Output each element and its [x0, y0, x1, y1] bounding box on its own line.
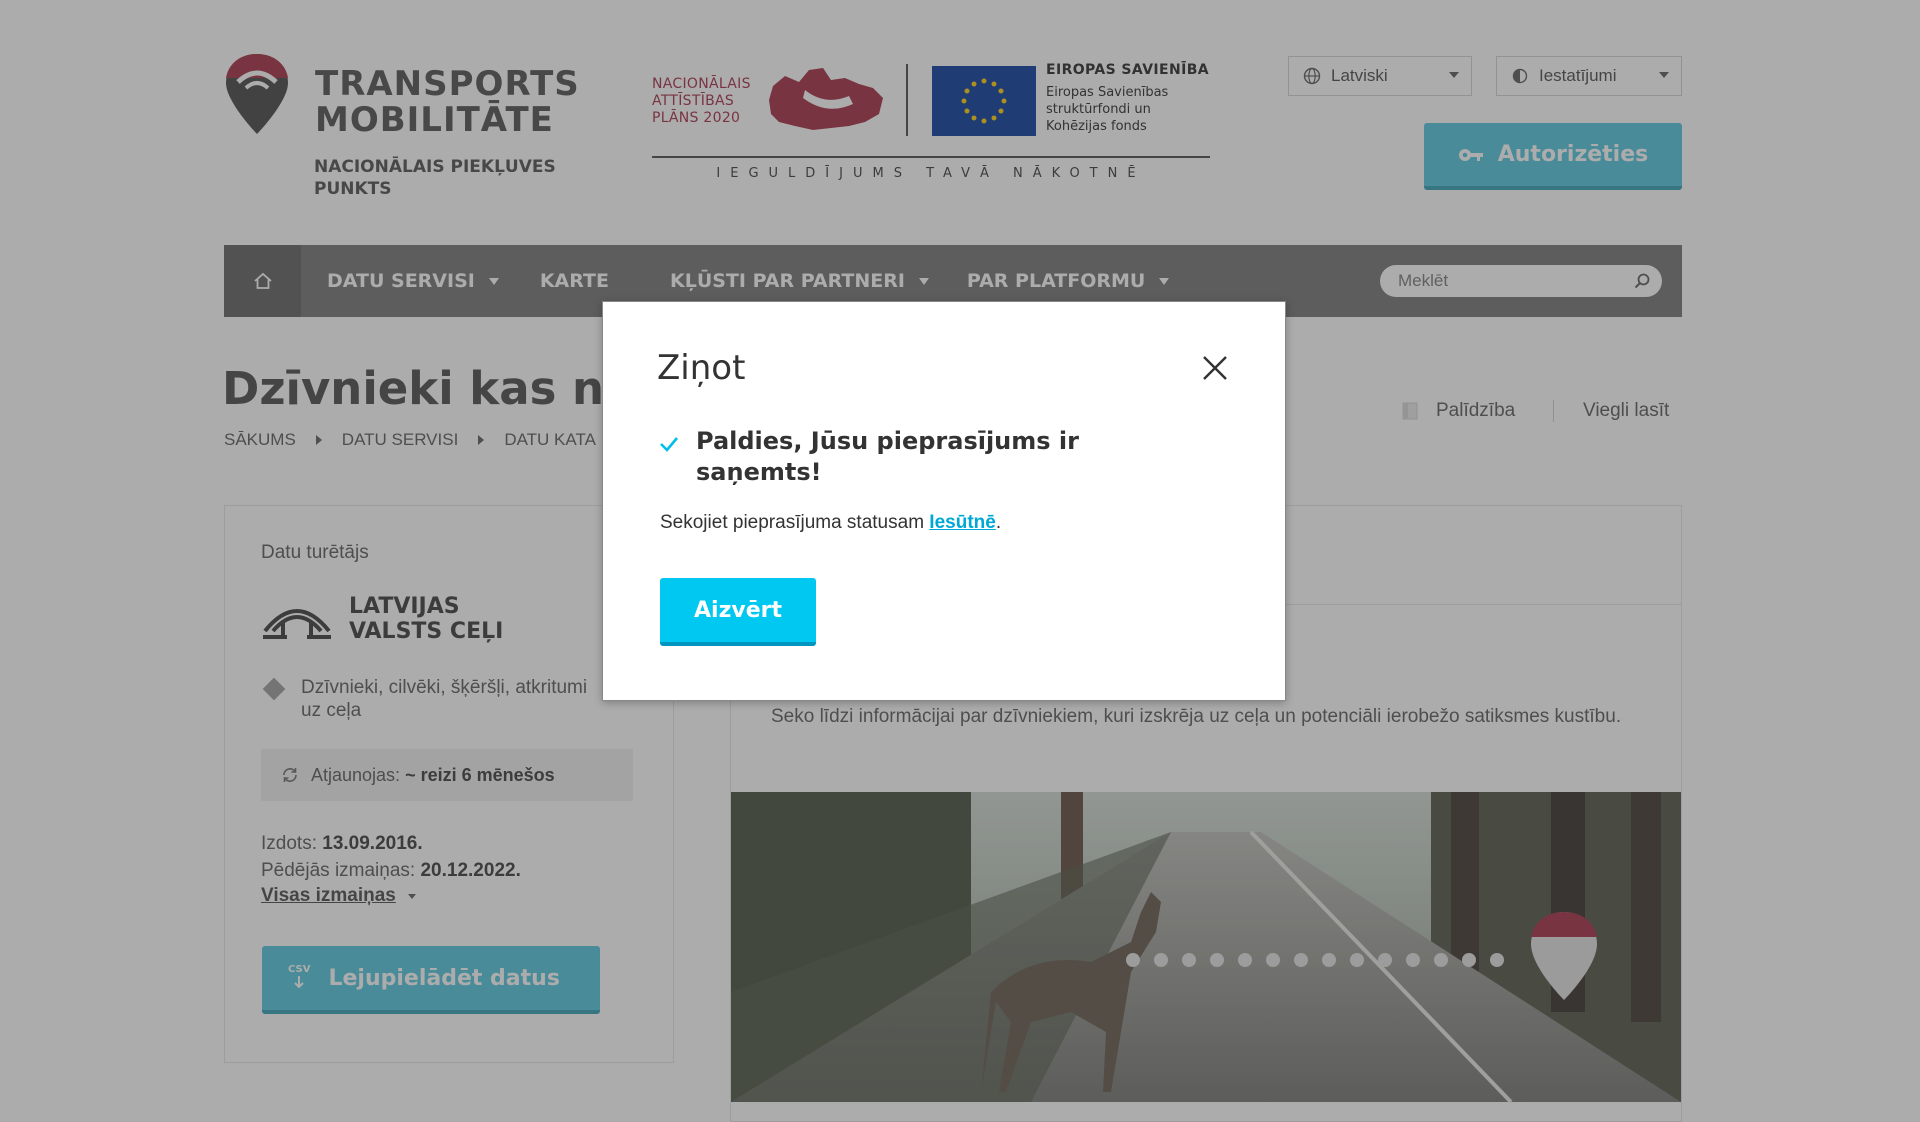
inbox-link[interactable]: Iesūtnē — [929, 512, 996, 533]
close-icon[interactable] — [1199, 352, 1231, 384]
status-text-prefix: Sekojiet pieprasījuma statusam — [660, 512, 930, 533]
checkmark-icon — [660, 437, 678, 452]
modal-title: Ziņot — [657, 348, 746, 388]
success-message: Paldies, Jūsu pieprasījums ir saņemts! — [696, 427, 1079, 486]
close-button[interactable]: Aizvērt — [660, 578, 816, 646]
status-text-suffix: . — [995, 512, 1002, 533]
modal-status-text: Sekojiet pieprasījuma statusam Iesūtnē. — [660, 512, 1001, 534]
report-modal: Ziņot Paldies, Jūsu pieprasījums ir saņe… — [602, 301, 1286, 701]
page: TRANSPORTS MOBILITĀTE NACIONĀLAIS PIEKĻU… — [0, 0, 1920, 1122]
